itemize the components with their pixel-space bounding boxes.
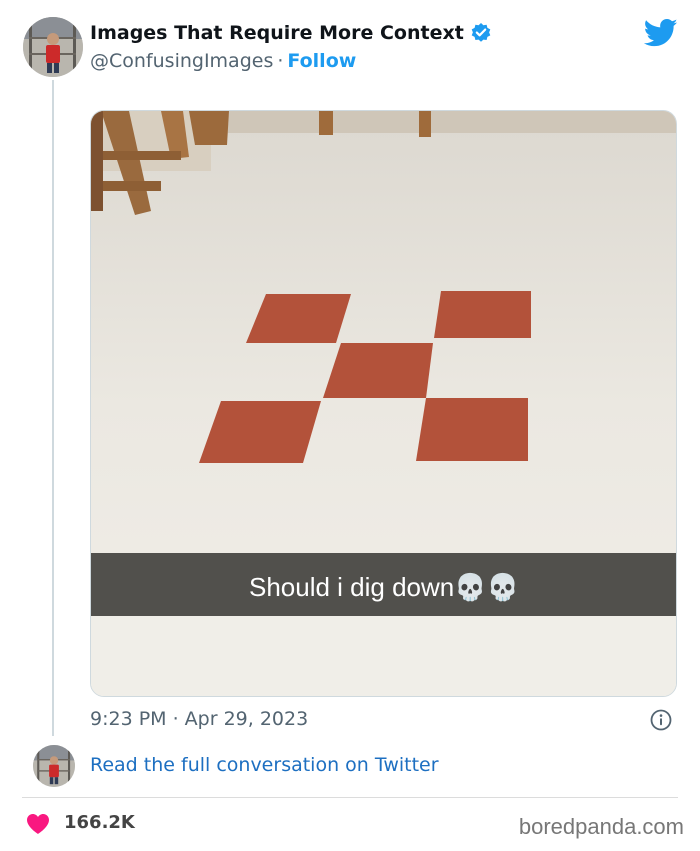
tweet-embed-card: Images That Require More Context @Confus…: [0, 0, 700, 851]
follow-button[interactable]: Follow: [287, 50, 356, 72]
site-watermark: boredpanda.com: [518, 814, 684, 839]
handle-row: @ConfusingImages · Follow: [90, 50, 356, 72]
like-count: 166.2K: [64, 812, 135, 833]
footer-divider: [22, 797, 678, 798]
floor-tile-bottom-right: [416, 398, 528, 461]
heart-icon[interactable]: [26, 813, 50, 835]
floor-tile-top-right: [434, 291, 531, 338]
author-handle[interactable]: @ConfusingImages: [90, 50, 273, 72]
image-caption: Should i dig down💀💀: [249, 572, 519, 602]
twitter-bird-icon[interactable]: [643, 18, 678, 48]
author-name-row: Images That Require More Context: [90, 22, 492, 44]
handle-separator: ·: [277, 50, 284, 72]
thread-line: [52, 80, 54, 736]
author-avatar[interactable]: [23, 17, 83, 77]
tweet-timestamp[interactable]: 9:23 PM · Apr 29, 2023: [90, 708, 308, 730]
read-conversation-link[interactable]: Read the full conversation on Twitter: [90, 754, 439, 776]
floor-tile-center: [323, 343, 433, 398]
reply-avatar[interactable]: [33, 745, 75, 787]
info-icon[interactable]: [650, 709, 672, 731]
verified-badge-icon: [470, 22, 492, 44]
author-name[interactable]: Images That Require More Context: [90, 22, 464, 44]
tweet-image[interactable]: Should i dig down💀💀: [90, 110, 677, 697]
